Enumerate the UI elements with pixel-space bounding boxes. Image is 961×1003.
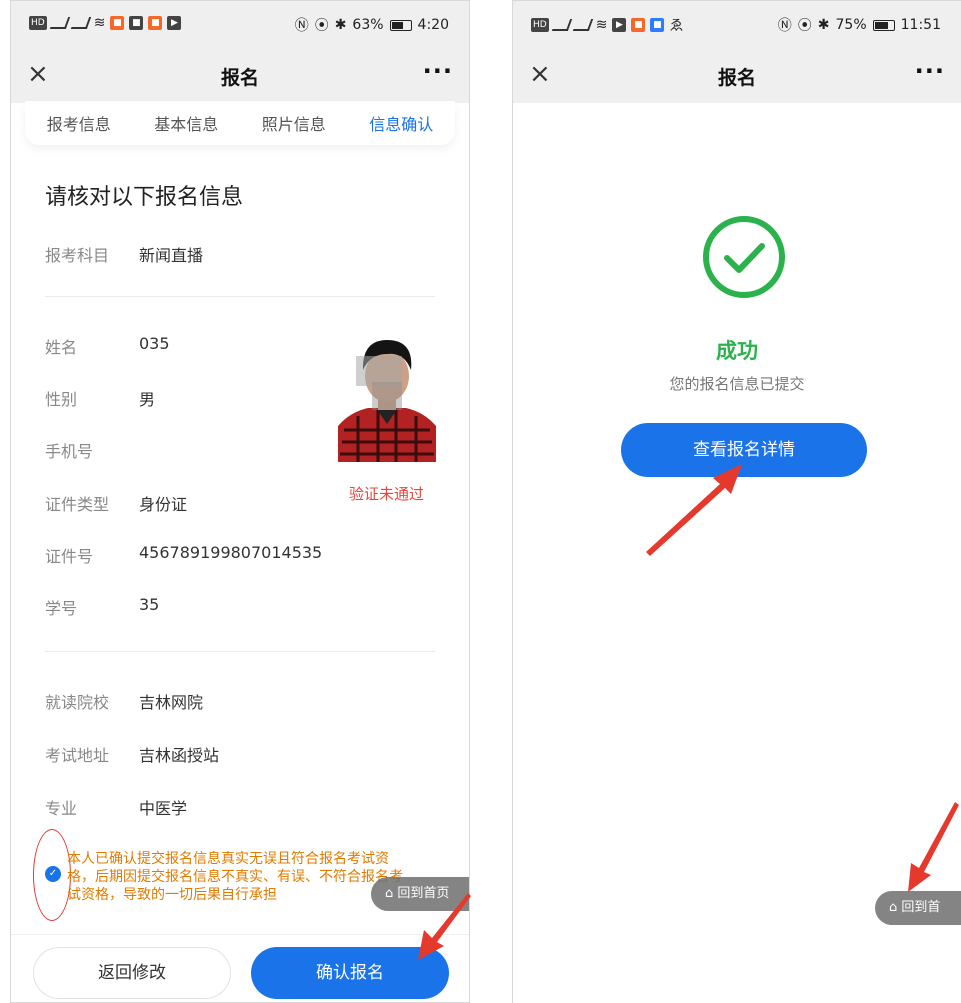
phone-screen-success: HD ≋ ▶ ■ ■ ゑ Ⓝ ⦿ ✱ 75% 11:51 × 报名 ··· 成功… [512,0,961,1003]
info-row-id-type: 证件类型 身份证 [45,491,187,515]
hd-icon: HD [531,18,549,32]
info-label: 考试地址 [45,746,110,765]
signal-icon [70,17,91,29]
app-icon: ■ [631,18,646,32]
vibrate-icon: ⦿ [314,18,329,34]
home-icon: ⌂ [889,900,902,915]
clock: 11:51 [900,17,941,33]
info-value: 035 [139,334,170,353]
step-basic-info[interactable]: 基本信息 [154,111,218,135]
info-row-name: 姓名 035 [45,334,170,358]
battery-icon [872,19,895,31]
wifi-icon: ≋ [93,15,106,31]
home-float-button[interactable]: ⌂ 回到首页 [371,877,469,911]
app-icon: ゑ [669,18,684,34]
page-title: 报名 [717,67,756,89]
battery-icon [389,19,412,31]
bluetooth-icon: ✱ [817,17,830,33]
info-row-subject: 报考科目 新闻直播 [45,242,203,266]
step-exam-info[interactable]: 报考信息 [47,111,111,135]
nfc-icon: Ⓝ [294,18,309,34]
back-edit-button[interactable]: 返回修改 [33,947,231,999]
page-title: 报名 [220,67,259,89]
info-value: 吉林网院 [139,693,204,712]
hd-icon: HD [29,16,47,30]
home-float-button[interactable]: ⌂ 回到首页 [875,891,961,949]
battery-percent: 63% [352,17,384,33]
info-label: 性别 [45,390,78,409]
status-right: Ⓝ ⦿ ✱ 75% 11:51 [778,15,941,35]
info-value: 新闻直播 [139,246,204,265]
info-label: 证件类型 [45,495,110,514]
clock: 4:20 [417,17,449,33]
success-subtitle: 您的报名信息已提交 [669,375,805,393]
step-tabs: 报考信息 基本信息 照片信息 信息确认 [25,101,455,145]
info-row-exam-address: 考试地址 吉林函授站 [45,742,219,766]
id-photo [338,326,436,462]
info-value: 吉林函授站 [139,746,220,765]
confirm-signup-button[interactable]: 确认报名 [251,947,449,999]
info-label: 证件号 [45,547,94,566]
photo-verify-status: 验证未通过 [349,485,425,503]
more-icon[interactable]: ··· [915,57,945,85]
info-value: 中医学 [139,799,188,818]
status-left: HD ≋ ▶ ■ ■ ゑ [531,15,683,35]
info-label: 姓名 [45,338,78,357]
home-icon: ⌂ [385,886,398,901]
divider [45,296,435,297]
info-value: 男 [139,390,156,409]
more-icon[interactable]: ··· [423,57,453,85]
info-label: 报考科目 [45,246,110,265]
info-row-phone: 手机号 [45,438,139,462]
info-value: 456789199807014535 [139,543,323,562]
nfc-icon: Ⓝ [777,18,792,34]
phone-screen-confirm: HD ≋ ■ ■ ■ ▶ Ⓝ ⦿ ✱ 63% 4:20 × 报名 ··· 报考信… [10,0,470,1003]
info-row-school: 就读院校 吉林网院 [45,689,203,713]
battery-percent: 75% [835,17,867,33]
info-label: 专业 [45,799,78,818]
bluetooth-icon: ✱ [334,17,347,33]
vibrate-icon: ⦿ [797,18,812,34]
nav-bar: × 报名 ··· [513,47,961,103]
status-right: Ⓝ ⦿ ✱ 63% 4:20 [295,15,449,35]
agreement-text: 本人已确认提交报名信息真实无误且符合报名考试资格，后期因提交报名信息不真实、有误… [67,851,403,903]
info-label: 学号 [45,599,78,618]
wifi-icon: ≋ [595,17,608,33]
info-row-major: 专业 中医学 [45,795,187,819]
info-row-gender: 性别 男 [45,386,155,410]
check-circle-icon [703,216,785,298]
status-bar: HD ≋ ■ ■ ■ ▶ Ⓝ ⦿ ✱ 63% 4:20 [11,1,469,47]
info-label: 手机号 [45,442,94,461]
app-icon: ■ [129,16,144,30]
app-icon: ■ [650,18,665,32]
info-row-student-id: 学号 35 [45,595,159,619]
section-heading: 请核对以下报名信息 [45,185,244,210]
id-photo-image [338,326,436,462]
info-label: 就读院校 [45,693,110,712]
step-confirm-info[interactable]: 信息确认 [369,111,433,135]
info-row-id-number: 证件号 456789199807014535 [45,543,322,567]
info-value: 35 [139,595,160,614]
app-icon: ■ [148,16,163,30]
footer-bar: 返回修改 确认报名 [11,934,469,1002]
success-title: 成功 [716,339,758,363]
app-icon: ▶ [167,16,182,30]
view-detail-button[interactable]: 查看报名详情 [621,423,867,477]
checkbox-icon[interactable]: ✓ [45,866,61,882]
home-float-label: 回到首页 [397,886,450,901]
info-value: 身份证 [139,495,188,514]
signal-icon [551,19,572,31]
divider [45,651,435,652]
status-bar: HD ≋ ▶ ■ ■ ゑ Ⓝ ⦿ ✱ 75% 11:51 [513,1,961,47]
status-left: HD ≋ ■ ■ ■ ▶ [29,15,182,31]
app-icon: ■ [110,16,125,30]
app-icon: ▶ [612,18,627,32]
signal-icon [49,17,70,29]
nav-bar: × 报名 ··· [11,47,469,103]
signal-icon [572,19,593,31]
step-photo-info[interactable]: 照片信息 [262,111,326,135]
